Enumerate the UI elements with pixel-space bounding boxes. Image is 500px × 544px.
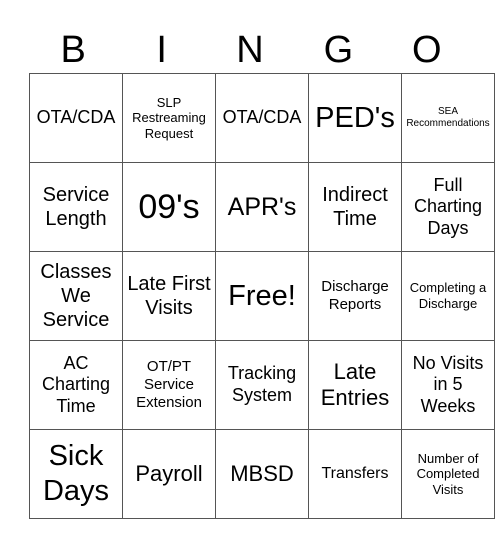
bingo-board: OTA/CDA SLP Restreaming Request OTA/CDA … <box>29 73 495 519</box>
header-letter-o: O <box>412 29 442 71</box>
bingo-cell[interactable]: MBSD <box>215 429 309 519</box>
bingo-cell[interactable]: Indirect Time <box>308 162 402 252</box>
bingo-cell[interactable]: APR's <box>215 162 309 252</box>
free-space-cell[interactable]: Free! <box>215 251 309 341</box>
bingo-cell[interactable]: Full Charting Days <box>401 162 495 252</box>
bingo-cell[interactable]: Tracking System <box>215 340 309 430</box>
bingo-cell[interactable]: Completing a Discharge <box>401 251 495 341</box>
bingo-cell[interactable]: Service Length <box>29 162 123 252</box>
bingo-cell[interactable]: OT/PT Service Extension <box>122 340 216 430</box>
board-row: AC Charting Time OT/PT Service Extension… <box>29 340 495 430</box>
bingo-cell[interactable]: Sick Days <box>29 429 123 519</box>
bingo-cell[interactable]: Classes We Service <box>29 251 123 341</box>
bingo-cell[interactable]: No Visits in 5 Weeks <box>401 340 495 430</box>
board-row: Service Length 09's APR's Indirect Time … <box>29 162 495 252</box>
header-letter-g: G <box>323 29 354 71</box>
bingo-header: B I N G O <box>29 28 471 73</box>
bingo-cell[interactable]: OTA/CDA <box>215 73 309 163</box>
bingo-cell[interactable]: Late First Visits <box>122 251 216 341</box>
bingo-cell[interactable]: Late Entries <box>308 340 402 430</box>
bingo-cell[interactable]: AC Charting Time <box>29 340 123 430</box>
board-row: Classes We Service Late First Visits Fre… <box>29 251 495 341</box>
header-letter-b: B <box>60 29 86 71</box>
bingo-cell[interactable]: OTA/CDA <box>29 73 123 163</box>
bingo-cell[interactable]: SLP Restreaming Request <box>122 73 216 163</box>
bingo-cell[interactable]: 09's <box>122 162 216 252</box>
bingo-cell[interactable]: SEA Recommendations <box>401 73 495 163</box>
board-row: OTA/CDA SLP Restreaming Request OTA/CDA … <box>29 73 495 163</box>
bingo-cell[interactable]: PED's <box>308 73 402 163</box>
header-letter-n: N <box>236 29 264 71</box>
bingo-cell[interactable]: Discharge Reports <box>308 251 402 341</box>
bingo-cell[interactable]: Number of Completed Visits <box>401 429 495 519</box>
header-letter-i: I <box>156 29 167 71</box>
board-row: Sick Days Payroll MBSD Transfers Number … <box>29 429 495 519</box>
bingo-cell[interactable]: Payroll <box>122 429 216 519</box>
bingo-cell[interactable]: Transfers <box>308 429 402 519</box>
